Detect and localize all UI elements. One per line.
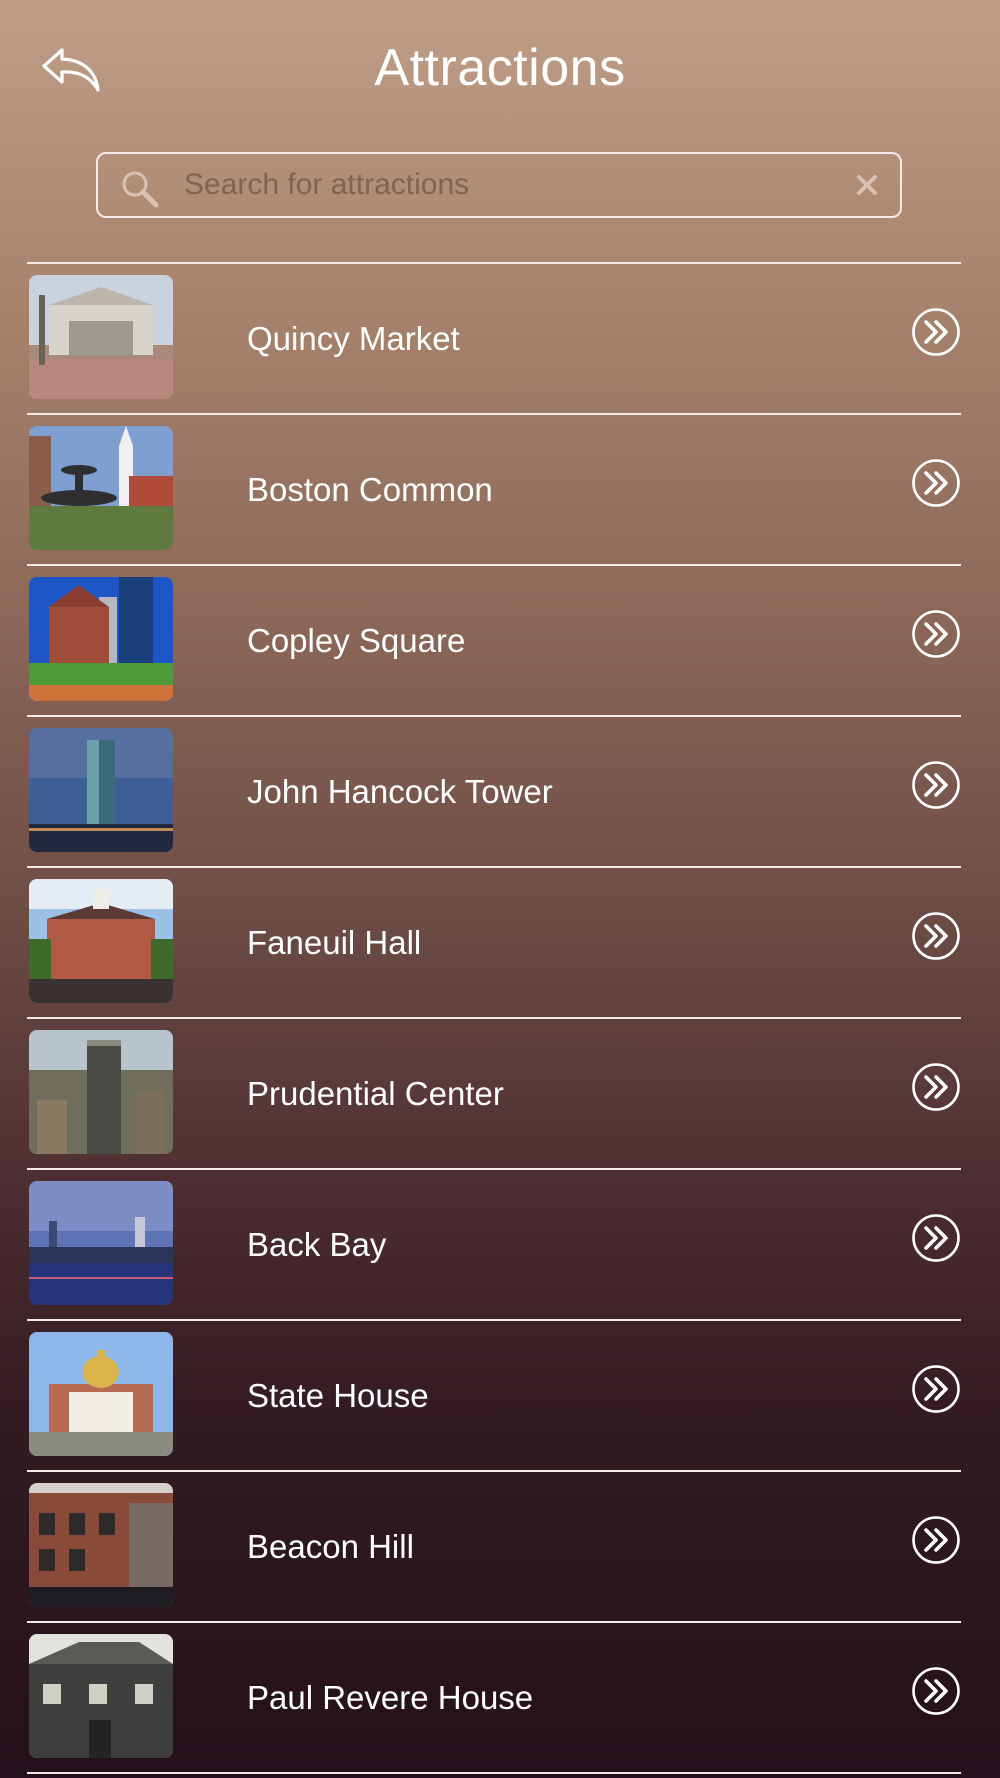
attraction-label: Paul Revere House bbox=[247, 1679, 534, 1716]
search-bar bbox=[96, 152, 902, 218]
attraction-label: Faneuil Hall bbox=[247, 924, 422, 961]
double-chevron-right-icon[interactable] bbox=[911, 1213, 961, 1263]
search-icon bbox=[120, 169, 160, 209]
attraction-label: State House bbox=[247, 1377, 429, 1414]
attraction-label: John Hancock Tower bbox=[247, 773, 553, 810]
attraction-label: Beacon Hill bbox=[247, 1528, 414, 1565]
attraction-row[interactable]: State House bbox=[27, 1321, 961, 1470]
attraction-thumbnail bbox=[29, 577, 173, 701]
double-chevron-right-icon[interactable] bbox=[911, 1515, 961, 1565]
attraction-row[interactable]: Faneuil Hall bbox=[27, 868, 961, 1017]
attraction-label: Back Bay bbox=[247, 1226, 387, 1263]
search-input[interactable] bbox=[184, 154, 804, 216]
double-chevron-right-icon[interactable] bbox=[911, 911, 961, 961]
attraction-row[interactable]: Copley Square bbox=[27, 566, 961, 715]
attraction-row[interactable]: Boston Common bbox=[27, 415, 961, 564]
double-chevron-right-icon[interactable] bbox=[911, 609, 961, 659]
double-chevron-right-icon[interactable] bbox=[911, 1062, 961, 1112]
header-bar: Attractions bbox=[0, 0, 1000, 140]
attraction-thumbnail bbox=[29, 728, 173, 852]
attraction-thumbnail bbox=[29, 1181, 173, 1305]
double-chevron-right-icon[interactable] bbox=[911, 307, 961, 357]
page-title: Attractions bbox=[374, 39, 626, 97]
attraction-label: Prudential Center bbox=[247, 1075, 504, 1112]
double-chevron-right-icon[interactable] bbox=[911, 1666, 961, 1716]
attraction-thumbnail bbox=[29, 1332, 173, 1456]
list-divider bbox=[27, 1772, 961, 1774]
attraction-label: Copley Square bbox=[247, 622, 466, 659]
attractions-list: Quincy Market Boston Common Copley Square J… bbox=[27, 262, 961, 1774]
close-icon[interactable] bbox=[854, 172, 880, 198]
attraction-label: Boston Common bbox=[247, 471, 493, 508]
attraction-row[interactable]: Paul Revere House bbox=[27, 1623, 961, 1772]
attraction-row[interactable]: Beacon Hill bbox=[27, 1472, 961, 1621]
attraction-thumbnail bbox=[29, 1634, 173, 1758]
attraction-thumbnail bbox=[29, 1483, 173, 1607]
attraction-label: Quincy Market bbox=[247, 320, 460, 357]
double-chevron-right-icon[interactable] bbox=[911, 1364, 961, 1414]
attraction-thumbnail bbox=[29, 1030, 173, 1154]
attraction-thumbnail bbox=[29, 879, 173, 1003]
attraction-row[interactable]: John Hancock Tower bbox=[27, 717, 961, 866]
attraction-row[interactable]: Quincy Market bbox=[27, 264, 961, 413]
attraction-thumbnail bbox=[29, 275, 173, 399]
double-chevron-right-icon[interactable] bbox=[911, 458, 961, 508]
attraction-row[interactable]: Prudential Center bbox=[27, 1019, 961, 1168]
attraction-thumbnail bbox=[29, 426, 173, 550]
double-chevron-right-icon[interactable] bbox=[911, 760, 961, 810]
attraction-row[interactable]: Back Bay bbox=[27, 1170, 961, 1319]
